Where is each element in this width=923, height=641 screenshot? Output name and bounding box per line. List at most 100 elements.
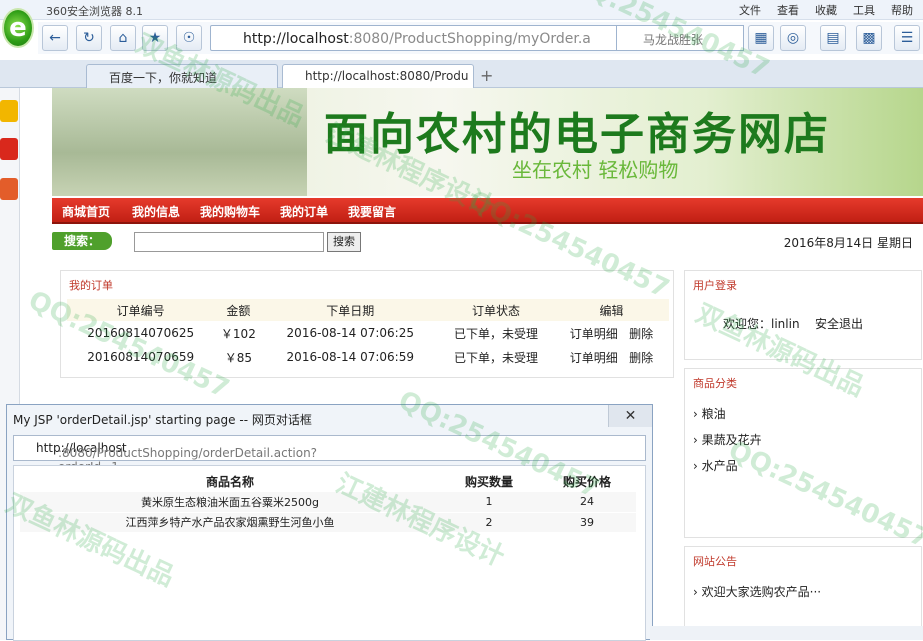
- address-bar[interactable]: http://localhost:8080/ProductShopping/my…: [210, 25, 646, 51]
- menu-tools[interactable]: 工具: [853, 2, 875, 18]
- user-login-panel: 用户登录 欢迎您：linlin 安全退出: [684, 270, 922, 360]
- panel-title: 我的订单: [69, 279, 113, 292]
- back-arrow-icon[interactable]: ←: [42, 25, 68, 51]
- menu-file[interactable]: 文件: [739, 2, 761, 18]
- browser-logo-icon: e: [2, 8, 34, 48]
- browser-search-box[interactable]: 马龙战胜张: [616, 25, 744, 51]
- tab-label: http://localhost:8080/Produ: [305, 69, 469, 83]
- address-url[interactable]: http://localhost:8080/ProductShopping/my…: [243, 31, 591, 47]
- site-title: 面向农村的电子商务网店: [324, 109, 830, 160]
- product-price: 24: [538, 492, 636, 513]
- current-date: 2016年8月14日 星期日: [783, 236, 913, 250]
- favorite-star-icon[interactable]: ★: [142, 25, 168, 51]
- tab-bar: 百度一下，你就知道 http://localhost:8080/Produ +: [0, 60, 923, 88]
- col-price: 购买价格: [538, 470, 636, 492]
- search-label: 搜索：: [52, 232, 112, 250]
- panel-title: 用户登录: [693, 279, 737, 292]
- game-icon[interactable]: [0, 178, 18, 200]
- table-row: 江西萍乡特产水产品农家烟熏野生河鱼小鱼 2 39: [20, 512, 636, 533]
- toolbar-more-icon[interactable]: ☰: [894, 25, 920, 51]
- col-date: 下单日期: [262, 299, 439, 321]
- category-item[interactable]: › 粮油: [693, 405, 726, 422]
- refresh-icon[interactable]: ↻: [76, 25, 102, 51]
- order-amount: ￥102: [220, 326, 256, 341]
- col-quantity: 购买数量: [440, 470, 538, 492]
- nav-cart[interactable]: 我的购物车: [200, 203, 260, 220]
- product-name: 黄米原生态粮油米面五谷粟米2500g: [20, 492, 440, 513]
- category-item[interactable]: › 水产品: [693, 457, 738, 474]
- weibo-icon[interactable]: [0, 138, 18, 160]
- browser-menu: 文件 查看 收藏 工具 帮助: [739, 2, 913, 18]
- order-date: 2016-08-14 07:06:59: [286, 350, 414, 364]
- col-amount: 金额: [214, 299, 263, 321]
- my-orders-panel: 我的订单 订单编号 金额 下单日期 订单状态 编辑 20160814070625…: [60, 270, 674, 378]
- table-row: 20160814070625 ￥102 2016-08-14 07:06:25 …: [67, 321, 669, 345]
- dialog-body: 商品名称 购买数量 购买价格 黄米原生态粮油米面五谷粟米2500g 1 24 江…: [13, 465, 646, 641]
- nav-home[interactable]: 商城首页: [62, 203, 110, 220]
- order-detail-link[interactable]: 订单明细: [570, 327, 618, 341]
- tab-localhost[interactable]: http://localhost:8080/Produ: [282, 64, 474, 88]
- browser-search-text[interactable]: 马龙战胜张: [643, 31, 703, 48]
- notice-item[interactable]: › 欢迎大家选购农产品···: [693, 583, 821, 600]
- shield-icon[interactable]: ☉: [176, 25, 202, 51]
- order-id: 20160814070625: [87, 326, 195, 340]
- order-date: 2016-08-14 07:06:25: [286, 326, 414, 340]
- tab-label: 百度一下，你就知道: [109, 71, 218, 85]
- col-order-id: 订单编号: [67, 299, 215, 321]
- site-subtitle: 坐在农村 轻松购物: [512, 158, 679, 182]
- browser-title: 360安全浏览器 8.1: [46, 5, 143, 18]
- product-qty: 2: [440, 512, 538, 533]
- order-status: 已下单，未受理: [454, 326, 539, 341]
- nav-my-orders[interactable]: 我的订单: [280, 203, 328, 220]
- search-row: 搜索： 搜索 2016年8月14日 星期日: [52, 228, 923, 254]
- menu-favorites[interactable]: 收藏: [815, 2, 837, 18]
- col-product-name: 商品名称: [20, 470, 440, 492]
- translate-icon[interactable]: ▤: [820, 25, 846, 51]
- order-detail-link[interactable]: 订单明细: [570, 351, 618, 365]
- nav-my-info[interactable]: 我的信息: [132, 203, 180, 220]
- home-icon[interactable]: ⌂: [110, 25, 136, 51]
- logout-link[interactable]: 安全退出: [815, 315, 863, 332]
- detail-header-row: 商品名称 购买数量 购买价格: [20, 470, 636, 492]
- product-qty: 1: [440, 492, 538, 513]
- col-edit: 编辑: [553, 299, 669, 321]
- status-bar: [650, 626, 923, 640]
- order-status: 已下单，未受理: [454, 350, 539, 365]
- dialog-url: http://localhost:8080/ProductShopping/or…: [36, 441, 318, 474]
- apps-grid-icon[interactable]: ▦: [748, 25, 774, 51]
- banner-painting: [52, 88, 307, 196]
- product-price: 39: [538, 512, 636, 533]
- order-edit-cell: 订单明细 删除: [554, 321, 669, 345]
- dialog-address-bar: http://localhost:8080/ProductShopping/or…: [13, 435, 646, 474]
- panel-title: 网站公告: [693, 555, 737, 568]
- dialog-title: My JSP 'orderDetail.jsp' starting page -…: [13, 413, 312, 427]
- category-item[interactable]: › 果蔬及花卉: [693, 431, 762, 448]
- product-name: 江西萍乡特产水产品农家烟熏野生河鱼小鱼: [20, 512, 440, 533]
- favorites-star-icon[interactable]: [0, 100, 18, 122]
- browser-title-bar: 360安全浏览器 8.1 文件 查看 收藏 工具 帮助: [0, 0, 923, 20]
- tab-baidu[interactable]: 百度一下，你就知道: [86, 64, 278, 88]
- new-tab-plus-icon[interactable]: +: [480, 66, 493, 85]
- order-delete-link[interactable]: 删除: [629, 327, 653, 341]
- order-detail-table: 商品名称 购买数量 购买价格 黄米原生态粮油米面五谷粟米2500g 1 24 江…: [20, 470, 636, 533]
- orders-table: 订单编号 金额 下单日期 订单状态 编辑 20160814070625 ￥102…: [67, 299, 669, 369]
- panel-title: 商品分类: [693, 377, 737, 390]
- browser-toolbar: ← ↻ ⌂ ★ ☉ http://localhost:8080/ProductS…: [38, 22, 923, 54]
- order-delete-link[interactable]: 删除: [629, 351, 653, 365]
- order-detail-dialog: My JSP 'orderDetail.jsp' starting page -…: [6, 404, 653, 641]
- order-id: 20160814070659: [87, 350, 195, 364]
- site-search-input[interactable]: [134, 232, 324, 252]
- site-search-button[interactable]: 搜索: [327, 232, 361, 252]
- extension-icon[interactable]: ▩: [856, 25, 882, 51]
- nav-message[interactable]: 我要留言: [348, 203, 396, 220]
- welcome-text: 欢迎您：linlin: [723, 317, 800, 331]
- site-banner: 面向农村的电子商务网店 坐在农村 轻松购物: [52, 88, 923, 196]
- category-panel: 商品分类 › 粮油 › 果蔬及花卉 › 水产品: [684, 368, 922, 538]
- table-row: 20160814070659 ￥85 2016-08-14 07:06:59 已…: [67, 345, 669, 369]
- order-edit-cell: 订单明细 删除: [554, 345, 669, 369]
- menu-view[interactable]: 查看: [777, 2, 799, 18]
- security-icon[interactable]: ◎: [780, 25, 806, 51]
- menu-help[interactable]: 帮助: [891, 2, 913, 18]
- close-icon[interactable]: ✕: [608, 405, 652, 427]
- main-nav: 商城首页 我的信息 我的购物车 我的订单 我要留言: [52, 198, 923, 224]
